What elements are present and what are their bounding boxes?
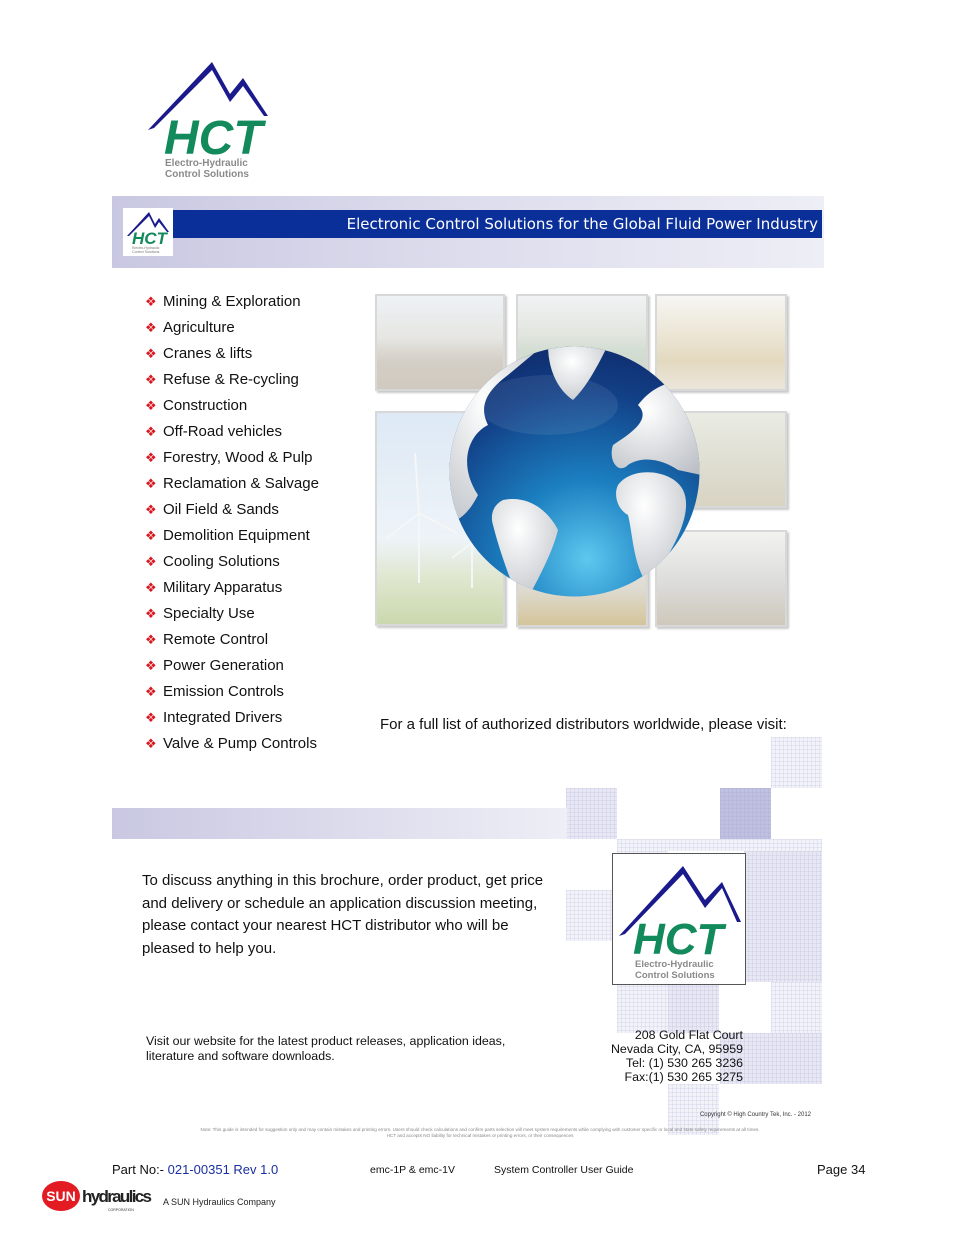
svg-text:SUN: SUN <box>46 1188 76 1204</box>
hct-logo-small-icon: HCT Electro-Hydraulic Control Solutions <box>127 212 169 254</box>
diamond-bullet-icon: ❖ <box>145 476 157 491</box>
diamond-bullet-icon: ❖ <box>145 424 157 439</box>
page-number: Page 34 <box>817 1162 866 1177</box>
decorative-block <box>771 737 822 788</box>
svg-text:Control Solutions: Control Solutions <box>165 169 249 180</box>
diamond-bullet-icon: ❖ <box>145 580 157 595</box>
diamond-bullet-icon: ❖ <box>145 346 157 361</box>
industry-list: ❖ Mining & Exploration ❖ Agriculture ❖ Cran… <box>145 290 319 758</box>
contact-paragraph: To discuss anything in this brochure, or… <box>142 872 544 957</box>
svg-text:Control Solutions: Control Solutions <box>635 970 715 981</box>
footer-part-number: Part No:- 021-00351 Rev 1.0 <box>112 1162 278 1177</box>
diamond-bullet-icon: ❖ <box>145 606 157 621</box>
diamond-bullet-icon: ❖ <box>145 632 157 647</box>
industry-item: ❖ Valve & Pump Controls <box>145 732 319 758</box>
svg-text:CORPORATION: CORPORATION <box>108 1208 134 1212</box>
visit-website-text: Visit our website for the latest product… <box>146 1034 506 1063</box>
diamond-bullet-icon: ❖ <box>145 684 157 699</box>
industry-item: ❖ Integrated Drivers <box>145 706 319 732</box>
diamond-bullet-icon: ❖ <box>145 450 157 465</box>
banner-title: Electronic Control Solutions for the Glo… <box>346 215 818 233</box>
svg-text:hydraulics: hydraulics <box>82 1187 152 1206</box>
industry-item: ❖ Off-Road vehicles <box>145 420 319 446</box>
industry-item: ❖ Forestry, Wood & Pulp <box>145 446 319 472</box>
hct-logo-icon: HCT Electro-Hydraulic Control Solutions <box>148 62 268 180</box>
industry-item: ❖ Emission Controls <box>145 680 319 706</box>
industry-item: ❖ Military Apparatus <box>145 576 319 602</box>
decorative-block <box>617 839 822 851</box>
diamond-bullet-icon: ❖ <box>145 554 157 569</box>
diamond-bullet-icon: ❖ <box>145 398 157 413</box>
copyright-text: Copyright © High Country Tek, Inc. - 201… <box>699 1112 811 1118</box>
footer-guide-title: System Controller User Guide <box>494 1164 634 1176</box>
industry-item: ❖ Demolition Equipment <box>145 524 319 550</box>
disclaimer: Note: This guide is intended for suggest… <box>120 1127 840 1139</box>
industry-item: ❖ Cooling Solutions <box>145 550 319 576</box>
diamond-bullet-icon: ❖ <box>145 502 157 517</box>
industry-item: ❖ Agriculture <box>145 316 319 342</box>
decorative-block <box>617 982 668 1033</box>
decorative-block <box>566 788 617 839</box>
address-fax: Fax:(1) 530 265 3275 <box>624 1070 743 1084</box>
address-tel: Tel: (1) 530 265 3236 <box>625 1056 743 1070</box>
contact-section-band <box>112 808 567 839</box>
diamond-bullet-icon: ❖ <box>145 372 157 387</box>
industry-item: ❖ Refuse & Re-cycling <box>145 368 319 394</box>
diamond-bullet-icon: ❖ <box>145 320 157 335</box>
svg-text:Control Solutions: Control Solutions <box>132 250 160 254</box>
industry-item: ❖ Reclamation & Salvage <box>145 472 319 498</box>
address-city: Nevada City, CA, 95959 <box>610 1042 743 1056</box>
industry-item: ❖ Construction <box>145 394 319 420</box>
address-block: 208 Gold Flat Court Nevada City, CA, 959… <box>580 1028 743 1084</box>
diamond-bullet-icon: ❖ <box>145 658 157 673</box>
industry-item: ❖ Mining & Exploration <box>145 290 319 316</box>
industry-item: ❖ Power Generation <box>145 654 319 680</box>
globe-icon <box>448 345 701 598</box>
sun-tagline: A SUN Hydraulics Company <box>163 1197 276 1207</box>
sun-hydraulics-logo: SUN hydraulics CORPORATION <box>42 1180 154 1216</box>
footer-model: emc-1P & emc-1V <box>370 1164 455 1176</box>
distributors-text: For a full list of authorized distributo… <box>380 716 787 733</box>
industry-item: ❖ Oil Field & Sands <box>145 498 319 524</box>
hct-logo-icon: HCT Electro-Hydraulic Control Solutions <box>619 866 741 981</box>
banner-hct-logo: HCT Electro-Hydraulic Control Solutions <box>123 208 173 256</box>
diamond-bullet-icon: ❖ <box>145 294 157 309</box>
part-label: Part No:- <box>112 1162 168 1177</box>
decorative-block <box>771 982 822 1033</box>
svg-text:HCT: HCT <box>633 915 727 964</box>
industry-item: ❖ Cranes & lifts <box>145 342 319 368</box>
decorative-block <box>668 982 719 1033</box>
part-number: 021-00351 Rev 1.0 <box>167 1162 279 1177</box>
svg-text:Electro-Hydraulic: Electro-Hydraulic <box>635 959 714 970</box>
industry-item: ❖ Specialty Use <box>145 602 319 628</box>
decorative-block <box>566 890 617 941</box>
hct-logo-boxed: HCT Electro-Hydraulic Control Solutions <box>612 853 746 985</box>
diamond-bullet-icon: ❖ <box>145 736 157 751</box>
decorative-block <box>720 788 771 839</box>
decorative-block <box>744 851 822 982</box>
address-street: 208 Gold Flat Court <box>634 1028 743 1042</box>
hct-logo-top: HCT Electro-Hydraulic Control Solutions <box>140 58 280 183</box>
svg-text:Electro-Hydraulic: Electro-Hydraulic <box>165 158 248 169</box>
diamond-bullet-icon: ❖ <box>145 710 157 725</box>
industry-item: ❖ Remote Control <box>145 628 319 654</box>
diamond-bullet-icon: ❖ <box>145 528 157 543</box>
disclaimer-line-2: HCT and accepts NO liability for technic… <box>386 1133 574 1138</box>
